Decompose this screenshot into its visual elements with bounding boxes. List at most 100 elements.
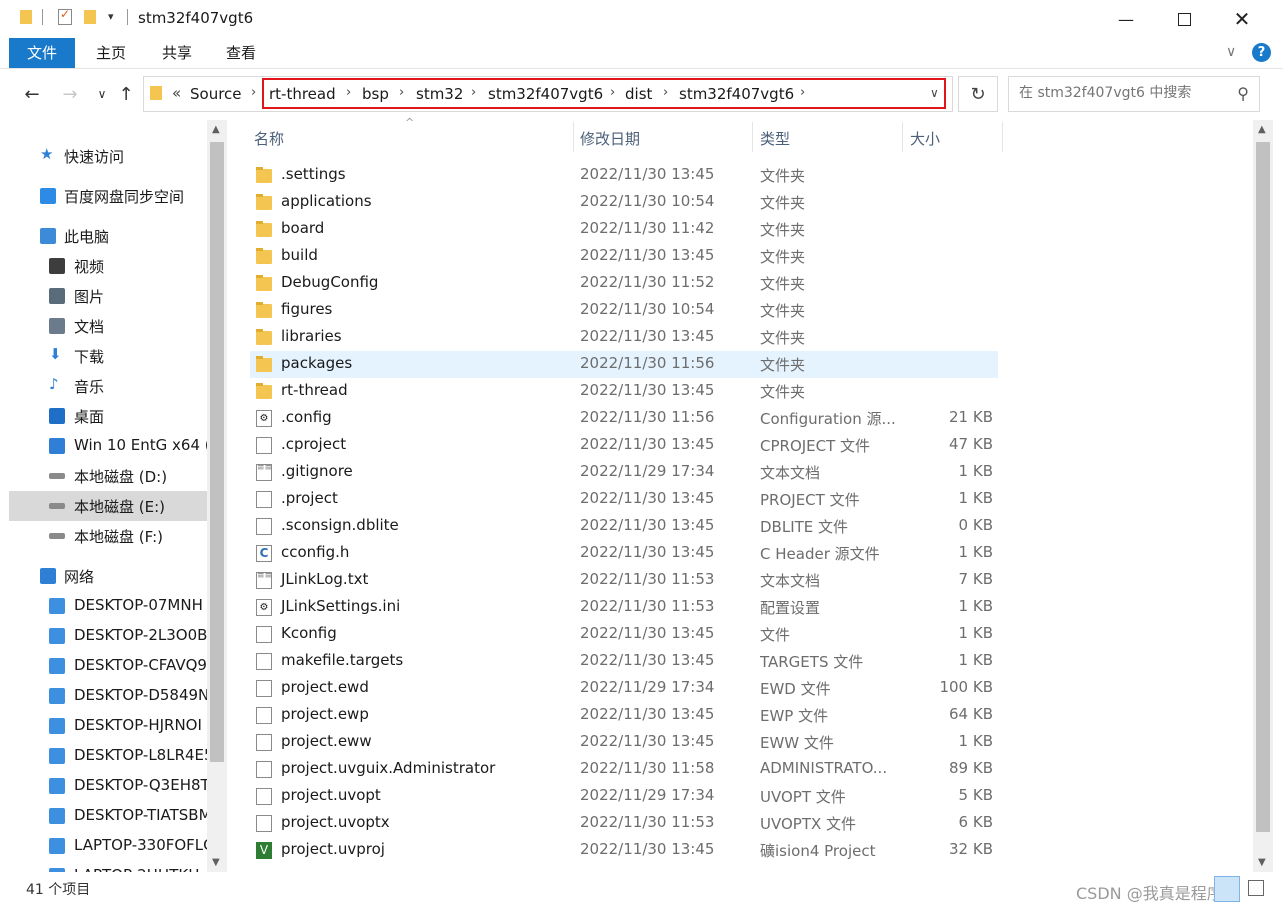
tab-file[interactable]: 文件 xyxy=(9,38,75,68)
search-box[interactable]: ⚲ xyxy=(1008,76,1260,112)
forward-arrow-icon[interactable]: → xyxy=(56,80,84,108)
nav-item[interactable]: 桌面 xyxy=(9,401,207,431)
refresh-button[interactable]: ↻ xyxy=(958,76,998,112)
properties-icon[interactable]: ✓ xyxy=(58,7,72,25)
file-row[interactable]: .settings 2022/11/30 13:45 文件夹 xyxy=(250,162,998,189)
nav-item[interactable]: ⬇ 下载 xyxy=(9,341,207,371)
file-row[interactable]: project.eww 2022/11/30 13:45 EWW 文件 1 KB xyxy=(250,729,998,756)
chevron-right-icon[interactable]: › xyxy=(251,85,256,100)
nav-item[interactable]: DESKTOP-2L3O0B xyxy=(9,621,207,651)
file-row[interactable]: project.uvoptx 2022/11/30 11:53 UVOPTX 文件 6… xyxy=(250,810,998,837)
new-folder-icon[interactable] xyxy=(84,10,96,24)
breadcrumb-dist[interactable]: dist xyxy=(625,85,652,103)
nav-item[interactable]: 本地磁盘 (F:) xyxy=(9,521,207,551)
breadcrumb-bsp[interactable]: bsp xyxy=(362,85,389,103)
file-row[interactable]: ⚙ JLinkSettings.ini 2022/11/30 11:53 配置设置 1 … xyxy=(250,594,998,621)
breadcrumb-overflow[interactable]: « xyxy=(172,84,181,102)
file-row[interactable]: applications 2022/11/30 10:54 文件夹 xyxy=(250,189,998,216)
tab-home[interactable]: 主页 xyxy=(84,38,138,68)
file-row[interactable]: DebugConfig 2022/11/30 11:52 文件夹 xyxy=(250,270,998,297)
column-date[interactable]: 修改日期 xyxy=(580,128,640,149)
file-row[interactable]: .cproject 2022/11/30 13:45 CPROJECT 文件 47 K… xyxy=(250,432,998,459)
nav-item[interactable]: DESKTOP-CFAVQ9 xyxy=(9,651,207,681)
nav-item[interactable]: 图片 xyxy=(9,281,207,311)
file-row[interactable]: packages 2022/11/30 11:56 文件夹 xyxy=(250,351,998,378)
breadcrumb-rt-thread[interactable]: rt-thread xyxy=(269,85,336,103)
nav-item[interactable]: 视频 xyxy=(9,251,207,281)
nav-item[interactable]: 本地磁盘 (D:) xyxy=(9,461,207,491)
nav-item[interactable]: 此电脑 xyxy=(9,221,207,251)
column-divider[interactable] xyxy=(573,122,574,152)
scroll-down-icon[interactable]: ▼ xyxy=(212,857,220,868)
tab-view[interactable]: 查看 xyxy=(214,38,268,68)
breadcrumb-source[interactable]: Source xyxy=(190,85,242,103)
up-arrow-icon[interactable]: ↑ xyxy=(112,80,140,108)
nav-item[interactable]: DESKTOP-TIATSBM xyxy=(9,801,207,831)
nav-item[interactable]: DESKTOP-HJRNOI xyxy=(9,711,207,741)
nav-scrollbar-thumb[interactable] xyxy=(210,142,224,762)
chevron-right-icon[interactable]: › xyxy=(610,85,615,100)
file-row[interactable]: project.ewp 2022/11/30 13:45 EWP 文件 64 KB xyxy=(250,702,998,729)
file-row[interactable]: Ccconfig.h 2022/11/30 13:45 C Header 源文件 1 … xyxy=(250,540,998,567)
close-button[interactable]: ✕ xyxy=(1213,0,1271,38)
maximize-button[interactable] xyxy=(1155,0,1213,38)
file-row[interactable]: makefile.targets 2022/11/30 13:45 TARGETS … xyxy=(250,648,998,675)
file-row[interactable]: project.uvopt 2022/11/29 17:34 UVOPT 文件 5 K… xyxy=(250,783,998,810)
file-row[interactable]: .sconsign.dblite 2022/11/30 13:45 DBLITE 文… xyxy=(250,513,998,540)
file-row[interactable]: figures 2022/11/30 10:54 文件夹 xyxy=(250,297,998,324)
file-row[interactable]: Kconfig 2022/11/30 13:45 文件 1 KB xyxy=(250,621,998,648)
nav-item[interactable]: LAPTOP-2HHTKH xyxy=(9,861,207,872)
chevron-right-icon[interactable]: › xyxy=(346,85,351,100)
chevron-right-icon[interactable]: › xyxy=(800,85,805,100)
file-row[interactable]: project.ewd 2022/11/29 17:34 EWD 文件 100 KB xyxy=(250,675,998,702)
nav-item[interactable]: ♪ 音乐 xyxy=(9,371,207,401)
file-row[interactable]: Vproject.uvproj 2022/11/30 13:45 礦ision4 P… xyxy=(250,837,998,864)
nav-item[interactable]: 百度网盘同步空间 xyxy=(9,181,207,211)
column-type[interactable]: 类型 xyxy=(760,128,790,149)
file-row[interactable]: rt-thread 2022/11/30 13:45 文件夹 xyxy=(250,378,998,405)
nav-item[interactable]: 文档 xyxy=(9,311,207,341)
column-name[interactable]: 名称 xyxy=(254,128,284,149)
expand-ribbon-icon[interactable]: ∨ xyxy=(1226,44,1236,60)
file-row[interactable]: project.uvguix.Administrator 2022/11/30 1… xyxy=(250,756,998,783)
breadcrumb-stm32[interactable]: stm32 xyxy=(416,85,463,103)
customize-quick-access-icon[interactable]: ▾ xyxy=(108,10,114,23)
chevron-right-icon[interactable]: › xyxy=(399,85,404,100)
breadcrumb-stm32f407vgt6-current[interactable]: stm32f407vgt6 xyxy=(679,85,794,103)
file-row[interactable]: libraries 2022/11/30 13:45 文件夹 xyxy=(250,324,998,351)
nav-item[interactable]: DESKTOP-L8LR4E5 xyxy=(9,741,207,771)
nav-item[interactable]: DESKTOP-Q3EH8T xyxy=(9,771,207,801)
tab-share[interactable]: 共享 xyxy=(150,38,204,68)
nav-item[interactable]: LAPTOP-330FOFLC xyxy=(9,831,207,861)
chevron-right-icon[interactable]: › xyxy=(471,85,476,100)
breadcrumb-stm32f407vgt6[interactable]: stm32f407vgt6 xyxy=(488,85,603,103)
nav-item[interactable]: Win 10 EntG x64 (C xyxy=(9,431,207,461)
file-row[interactable]: board 2022/11/30 11:42 文件夹 xyxy=(250,216,998,243)
search-input[interactable] xyxy=(1017,84,1231,102)
list-scrollbar-thumb[interactable] xyxy=(1256,142,1270,832)
file-row[interactable]: build 2022/11/30 13:45 文件夹 xyxy=(250,243,998,270)
search-icon[interactable]: ⚲ xyxy=(1237,84,1249,103)
large-icons-view-icon[interactable] xyxy=(1244,876,1268,900)
nav-item[interactable]: DESKTOP-07MNH xyxy=(9,591,207,621)
file-row[interactable]: ⚙ .config 2022/11/30 11:56 Configuration 源.… xyxy=(250,405,998,432)
nav-item[interactable]: 本地磁盘 (E:) xyxy=(9,491,207,521)
scroll-up-icon[interactable]: ▲ xyxy=(1258,124,1266,135)
chevron-right-icon[interactable]: › xyxy=(663,85,668,100)
minimize-button[interactable]: — xyxy=(1097,0,1155,38)
file-row[interactable]: ≡≡ JLinkLog.txt 2022/11/30 11:53 文本文档 7 KB xyxy=(250,567,998,594)
help-icon[interactable]: ? xyxy=(1252,43,1271,62)
nav-item[interactable]: ★ 快速访问 xyxy=(9,141,207,171)
column-divider[interactable] xyxy=(1002,122,1003,152)
nav-item[interactable]: 网络 xyxy=(9,561,207,591)
scroll-up-icon[interactable]: ▲ xyxy=(212,124,220,135)
details-view-icon[interactable] xyxy=(1214,876,1240,902)
scroll-down-icon[interactable]: ▼ xyxy=(1258,857,1266,868)
nav-item[interactable]: DESKTOP-D5849N xyxy=(9,681,207,711)
column-divider[interactable] xyxy=(752,122,753,152)
back-arrow-icon[interactable]: ← xyxy=(18,80,46,108)
file-row[interactable]: .project 2022/11/30 13:45 PROJECT 文件 1 KB xyxy=(250,486,998,513)
address-dropdown-icon[interactable]: ∨ xyxy=(930,86,939,100)
column-divider[interactable] xyxy=(902,122,903,152)
column-size[interactable]: 大小 xyxy=(910,128,940,149)
